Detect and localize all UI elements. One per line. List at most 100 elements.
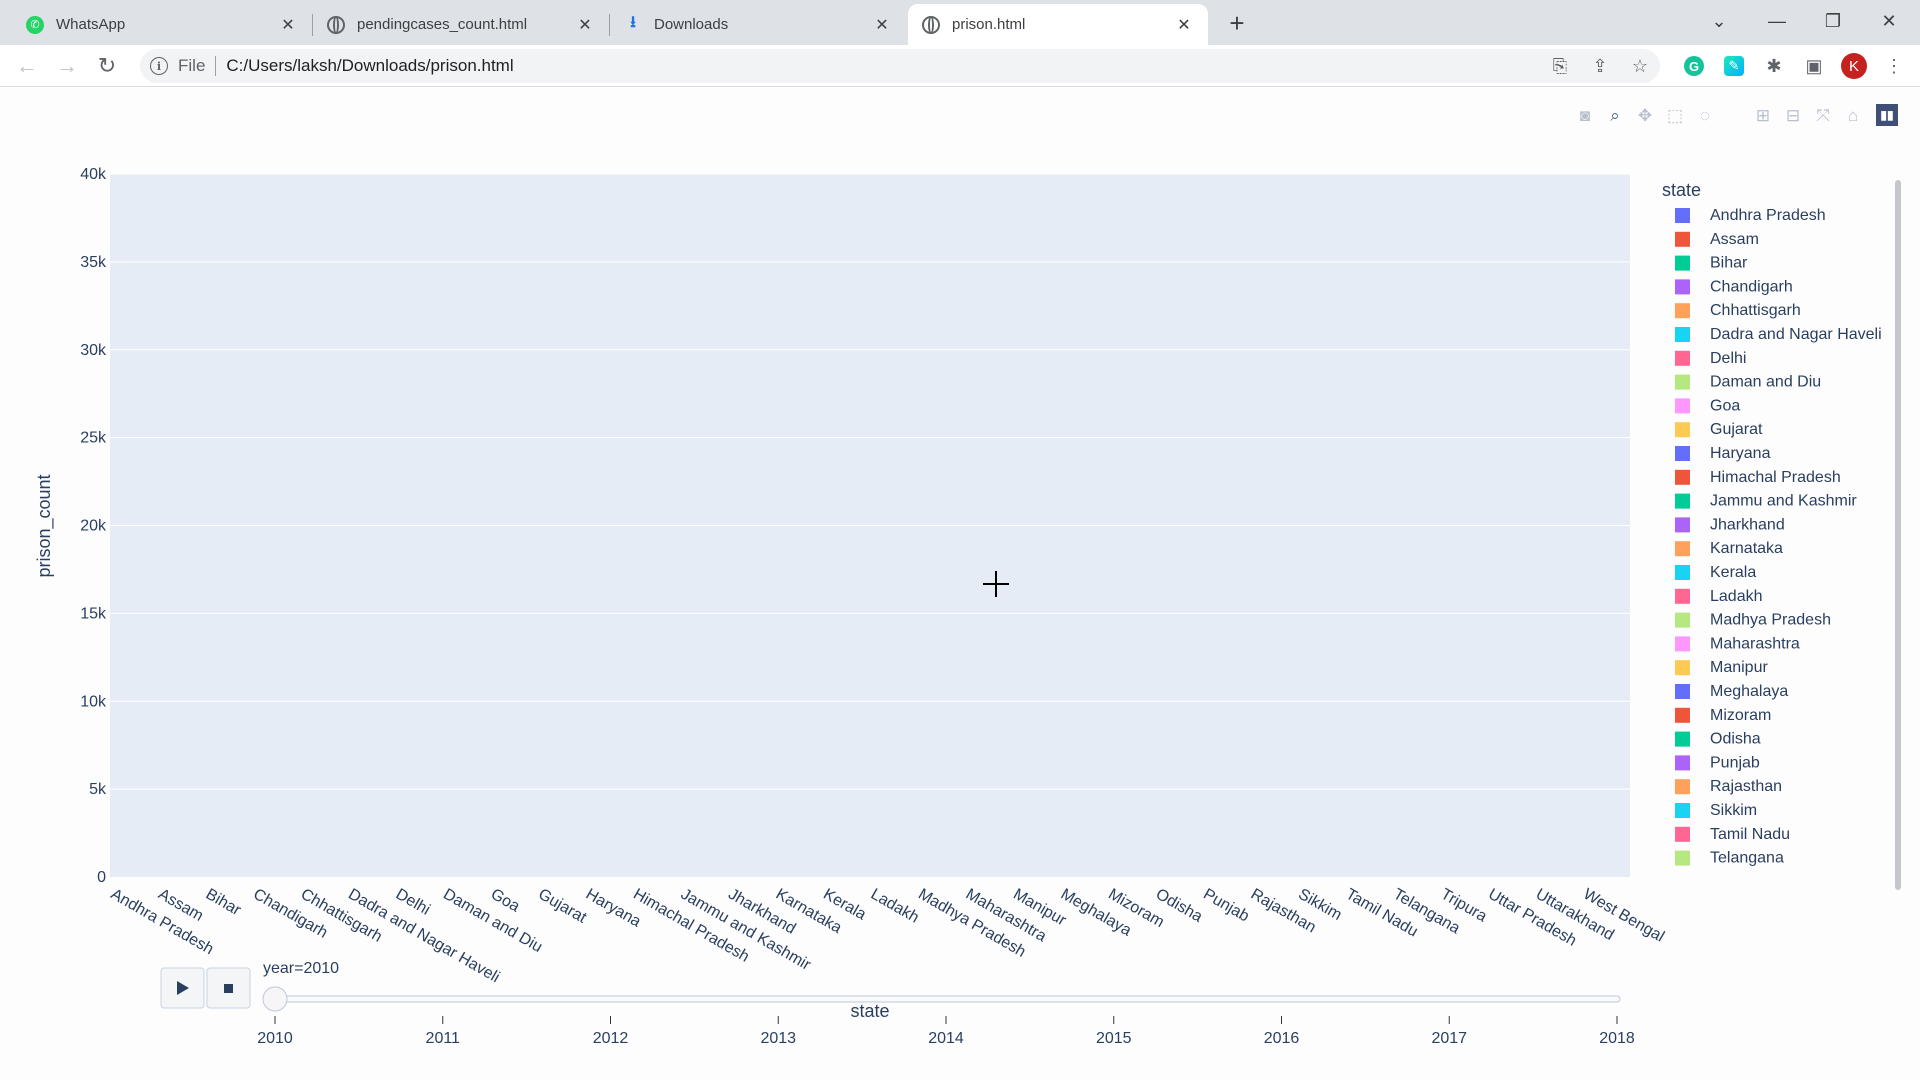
legend-label: Haryana xyxy=(1710,445,1771,462)
slider-tick-label[interactable]: 2010 xyxy=(257,1030,293,1047)
bookmark-star-icon[interactable]: ☆ xyxy=(1620,49,1660,83)
tab-pendingcases[interactable]: pendingcases_count.html ✕ xyxy=(313,4,609,45)
legend-item[interactable]: Madhya Pradesh xyxy=(1675,612,1831,629)
legend-label: Bihar xyxy=(1710,255,1748,272)
slider-tick-label[interactable]: 2011 xyxy=(426,1030,461,1047)
restore-button[interactable]: ❐ xyxy=(1810,6,1856,36)
slider-tick-label[interactable]: 2013 xyxy=(760,1030,796,1047)
legend-swatch xyxy=(1675,779,1690,795)
reload-button[interactable]: ↻ xyxy=(92,51,122,81)
legend-item[interactable]: Chhattisgarh xyxy=(1675,302,1801,319)
legend-item[interactable]: Jammu and Kashmir xyxy=(1675,493,1857,510)
legend-label: Kerala xyxy=(1710,564,1756,581)
info-icon[interactable]: i xyxy=(150,57,168,75)
url-separator xyxy=(215,56,217,76)
address-bar[interactable]: i File C:/Users/laksh/Downloads/prison.h… xyxy=(140,49,1660,83)
tab-whatsapp[interactable]: ✆ WhatsApp ✕ xyxy=(12,4,312,45)
legend-label: Ladakh xyxy=(1710,588,1763,605)
legend-label: Goa xyxy=(1710,397,1740,414)
slider-tick-label[interactable]: 2016 xyxy=(1264,1030,1300,1047)
legend-label: Chandigarh xyxy=(1710,278,1793,295)
slider-tick-label[interactable]: 2017 xyxy=(1431,1030,1467,1047)
legend-label: Meghalaya xyxy=(1710,683,1788,700)
legend-item[interactable]: Meghalaya xyxy=(1675,683,1788,700)
legend-title: state xyxy=(1662,180,1701,200)
slider-tick-label[interactable]: 2014 xyxy=(928,1030,964,1047)
close-icon[interactable]: ✕ xyxy=(872,15,892,35)
legend-item[interactable]: Dadra and Nagar Haveli xyxy=(1675,326,1882,343)
y-tick-label: 15k xyxy=(80,605,107,622)
legend-label: Delhi xyxy=(1710,350,1746,367)
tab-search-button[interactable]: ⌄ xyxy=(1696,6,1742,36)
legend-item[interactable]: Assam xyxy=(1675,231,1759,248)
legend-item[interactable]: Andhra Pradesh xyxy=(1675,207,1826,224)
tab-downloads[interactable]: ⭳ Downloads ✕ xyxy=(610,4,906,45)
legend-item[interactable]: Tamil Nadu xyxy=(1675,826,1790,843)
legend-item[interactable]: Manipur xyxy=(1675,659,1768,676)
stop-button[interactable] xyxy=(206,967,251,1009)
y-tick-label: 30k xyxy=(80,342,107,359)
legend-item[interactable]: Chandigarh xyxy=(1675,278,1793,295)
legend-scrollbar[interactable] xyxy=(1895,180,1901,890)
menu-kebab-icon[interactable]: ⋮ xyxy=(1874,49,1914,83)
legend-swatch xyxy=(1675,208,1690,223)
y-tick-label: 0 xyxy=(97,869,106,886)
legend-label: Manipur xyxy=(1710,659,1768,676)
legend-item[interactable]: Himachal Pradesh xyxy=(1675,469,1841,486)
legend-item[interactable]: Maharashtra xyxy=(1675,635,1800,652)
legend-item[interactable]: Punjab xyxy=(1675,754,1760,771)
legend-swatch xyxy=(1675,279,1690,295)
legend-swatch xyxy=(1675,731,1690,747)
legend-item[interactable]: Odisha xyxy=(1675,731,1761,748)
play-button[interactable] xyxy=(160,967,205,1009)
legend-swatch xyxy=(1675,850,1690,866)
legend-item[interactable]: Bihar xyxy=(1675,255,1748,272)
legend-item[interactable]: Goa xyxy=(1675,397,1740,414)
legend-item[interactable]: Gujarat xyxy=(1675,421,1763,438)
slider-handle[interactable] xyxy=(262,986,288,1012)
close-icon[interactable]: ✕ xyxy=(575,15,595,35)
slider-tick-label[interactable]: 2015 xyxy=(1096,1030,1132,1047)
profile-button[interactable]: K xyxy=(1834,49,1874,83)
slider-ticks: 2010 2011 2012 2013 2014 2015 2016 2017 2018 xyxy=(257,1016,1635,1047)
legend-item[interactable]: Daman and Diu xyxy=(1675,374,1821,391)
close-icon[interactable]: ✕ xyxy=(278,15,298,35)
y-tick-label: 25k xyxy=(80,430,107,447)
y-tick-label: 10k xyxy=(80,693,107,710)
translate-icon[interactable]: ⎘ xyxy=(1540,49,1580,83)
slider-tick-label[interactable]: 2012 xyxy=(593,1030,629,1047)
legend-item[interactable]: Delhi xyxy=(1675,350,1746,367)
tab-title: Downloads xyxy=(654,16,729,33)
slider-tick-label[interactable]: 2018 xyxy=(1599,1030,1635,1047)
slider-rail[interactable] xyxy=(269,995,1621,1003)
legend-item[interactable]: Mizoram xyxy=(1675,707,1771,724)
grammarly-extension[interactable]: G xyxy=(1674,49,1714,83)
legend-item[interactable]: Jharkhand xyxy=(1675,516,1785,533)
grammarly-icon: G xyxy=(1684,56,1704,76)
legend-item[interactable]: Karnataka xyxy=(1675,540,1783,557)
back-button[interactable]: ← xyxy=(12,51,42,81)
legend-item[interactable]: Haryana xyxy=(1675,445,1771,462)
whatsapp-icon: ✆ xyxy=(26,15,44,34)
share-icon[interactable]: ⇪ xyxy=(1580,49,1620,83)
y-tick-label: 40k xyxy=(80,166,107,183)
side-panel-icon[interactable]: ▣ xyxy=(1794,49,1834,83)
extensions-puzzle-icon[interactable]: ✱ xyxy=(1754,49,1794,83)
legend-item[interactable]: Rajasthan xyxy=(1675,778,1782,795)
minimize-button[interactable]: — xyxy=(1754,6,1800,36)
x-tick-label: Punjab xyxy=(1200,886,1252,926)
tab-title: WhatsApp xyxy=(56,16,126,33)
close-window-button[interactable]: ✕ xyxy=(1866,6,1912,36)
new-tab-button[interactable]: + xyxy=(1222,8,1252,38)
pen-extension[interactable]: ✎ xyxy=(1714,49,1754,83)
tab-prison[interactable]: prison.html ✕ xyxy=(908,4,1208,45)
legend-item[interactable]: Telangana xyxy=(1675,850,1784,867)
forward-button[interactable]: → xyxy=(52,51,82,81)
legend-item[interactable]: Sikkim xyxy=(1675,802,1757,819)
legend-swatch xyxy=(1675,755,1690,771)
legend-swatch xyxy=(1675,684,1690,699)
close-icon[interactable]: ✕ xyxy=(1174,15,1194,35)
legend-item[interactable]: Ladakh xyxy=(1675,588,1763,605)
legend-item[interactable]: Kerala xyxy=(1675,564,1756,581)
url-text[interactable]: C:/Users/laksh/Downloads/prison.html xyxy=(226,56,513,76)
